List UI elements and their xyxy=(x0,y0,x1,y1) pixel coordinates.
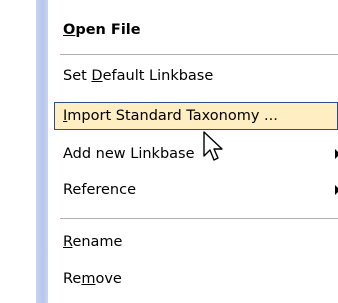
menu-item-label: Reference xyxy=(63,182,137,198)
menu-item-reference[interactable]: Reference xyxy=(48,174,338,206)
background-strip xyxy=(0,0,36,303)
menu-item-label: Remove xyxy=(63,271,122,287)
menu-item-label: Set Default Linkbase xyxy=(63,68,214,84)
menu-item-add-new-linkbase[interactable]: Add new Linkbase xyxy=(48,138,338,170)
menu-item-label: Add new Linkbase xyxy=(63,146,195,162)
context-menu: Open File Set Default Linkbase Import St… xyxy=(36,0,338,303)
mouse-pointer-icon xyxy=(203,131,223,161)
menu-item-label: Open File xyxy=(63,22,141,38)
menu-item-label: Rename xyxy=(63,234,123,250)
menu-separator xyxy=(60,54,338,55)
menu-item-label: Import Standard Taxonomy ... xyxy=(63,108,278,124)
menu-item-rename[interactable]: Rename xyxy=(48,226,338,258)
menu-item-open-file[interactable]: Open File xyxy=(48,14,338,46)
menu-item-set-default-linkbase[interactable]: Set Default Linkbase xyxy=(48,60,338,92)
menu-separator xyxy=(60,218,338,219)
menu-item-remove[interactable]: Remove xyxy=(48,263,338,295)
menu-item-import-standard-taxonomy[interactable]: Import Standard Taxonomy ... xyxy=(48,100,338,132)
menu-icon-gutter xyxy=(36,0,48,303)
